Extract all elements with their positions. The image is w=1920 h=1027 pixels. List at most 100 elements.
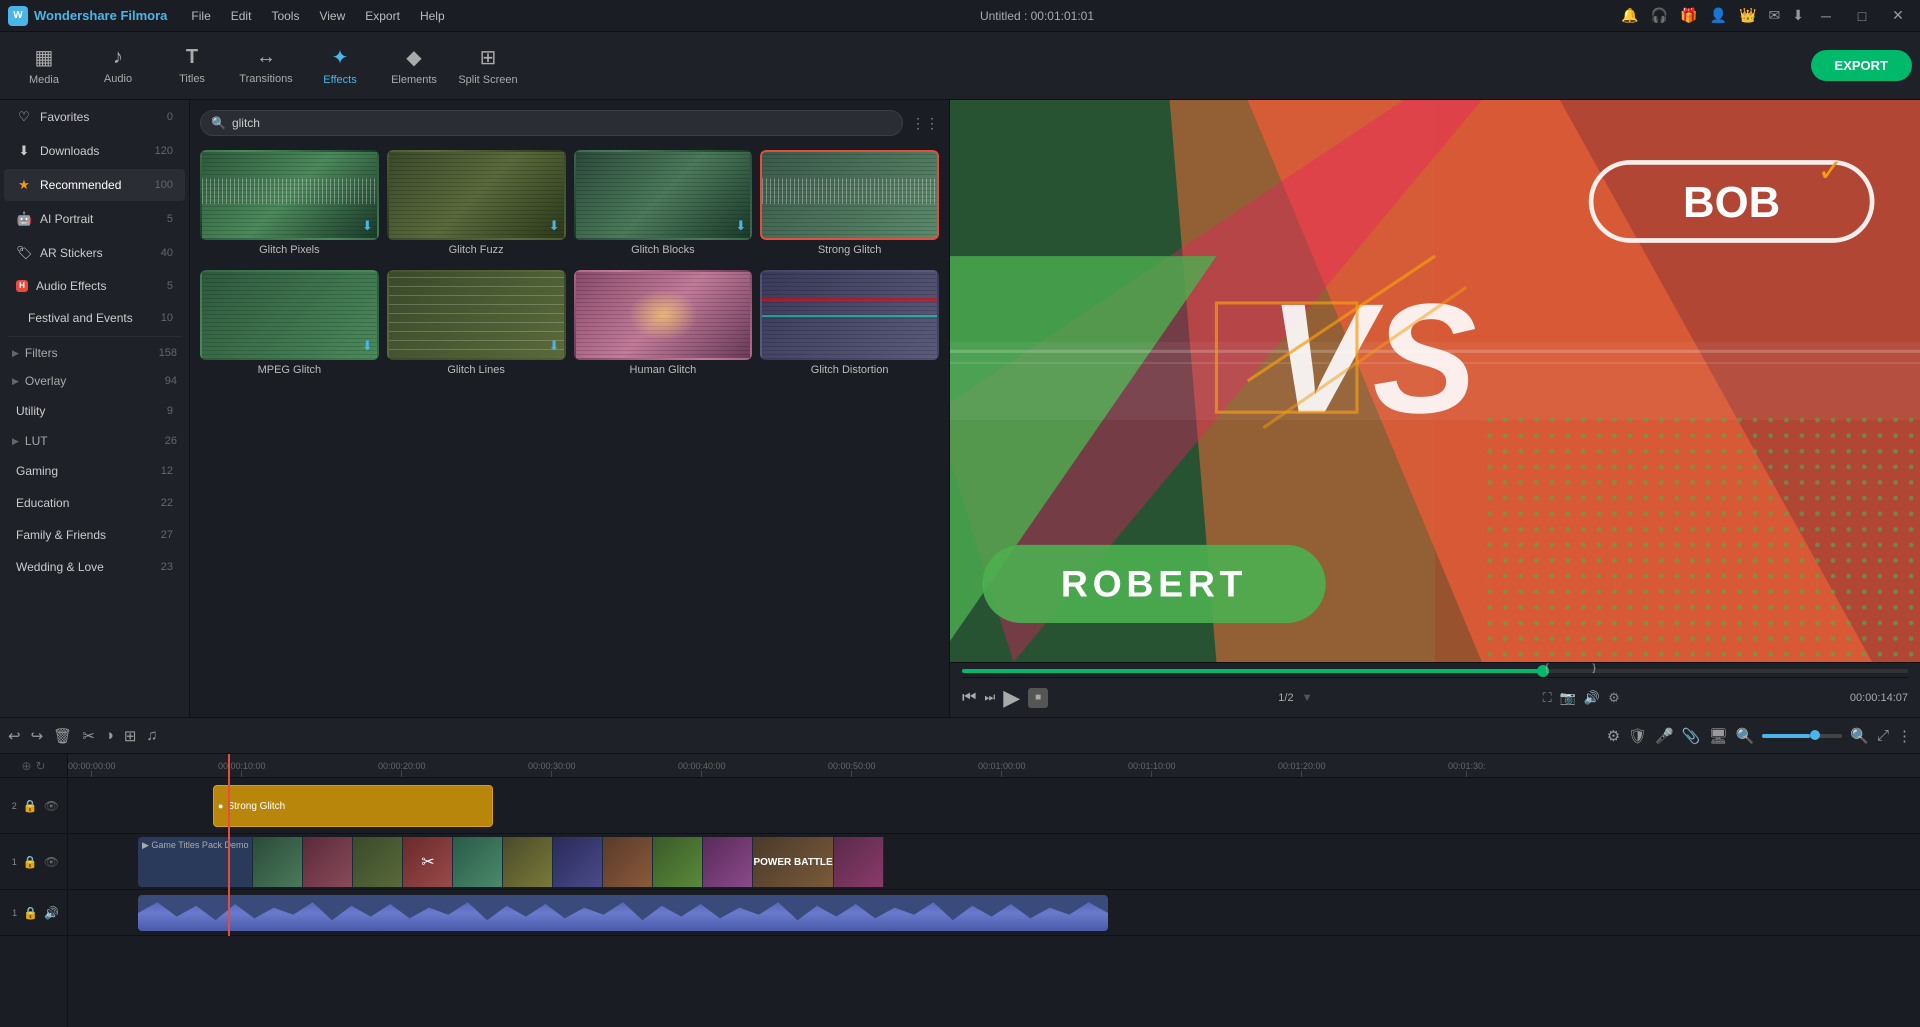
toolbar-effects[interactable]: ✦ Effects (304, 38, 376, 94)
undo-button[interactable]: ↩ (8, 727, 21, 745)
redo-button[interactable]: ↪ (31, 727, 44, 745)
toolbar-audio[interactable]: ♪ Audio (82, 38, 154, 94)
snapshot-icon[interactable]: 📷 (1560, 690, 1576, 706)
ripple-icon[interactable]: ⚙ (1607, 727, 1620, 745)
download-icon-glitch-pixels[interactable]: ⬇ (362, 218, 373, 234)
search-input[interactable] (232, 116, 892, 130)
zoom-slider[interactable] (1762, 734, 1842, 738)
menu-tools[interactable]: Tools (263, 7, 307, 25)
preview-progress-bar[interactable]: { } (962, 669, 1908, 673)
download-icon[interactable]: ⬇ (1792, 7, 1804, 24)
menu-help[interactable]: Help (412, 7, 453, 25)
zoom-out-icon[interactable]: 🔍 (1736, 727, 1755, 745)
fullscreen-icon[interactable]: ⛶ (1543, 690, 1552, 706)
eye-effect-icon[interactable]: 👁 (44, 799, 59, 813)
stop-button[interactable]: ■ (1028, 688, 1048, 708)
toolbar-splitscreen[interactable]: ⊞ Split Screen (452, 38, 524, 94)
sidebar-item-audio-effects[interactable]: H Audio Effects 5 (4, 271, 185, 301)
user-icon[interactable]: 👤 (1710, 7, 1727, 24)
menu-export[interactable]: Export (357, 7, 408, 25)
sidebar-item-lut[interactable]: ▶ LUT 26 (0, 427, 189, 455)
effect-card-mpeg-glitch[interactable]: ⬇ MPEG Glitch (200, 270, 379, 382)
menu-edit[interactable]: Edit (223, 7, 260, 25)
mic-icon[interactable]: 🎤 (1655, 727, 1674, 745)
skip-back-button[interactable]: ⏮ (962, 689, 976, 707)
audio-align-button[interactable]: ♫ (146, 727, 157, 744)
timeline-playhead[interactable] (228, 754, 230, 936)
crown-icon[interactable]: 👑 (1739, 7, 1756, 24)
gaming-count: 12 (161, 465, 173, 477)
effect-card-strong-glitch[interactable]: Strong Glitch (760, 150, 939, 262)
menu-file[interactable]: File (183, 7, 218, 25)
shield-icon[interactable]: 🛡 (1628, 727, 1647, 745)
menu-view[interactable]: View (311, 7, 353, 25)
sidebar-item-gaming[interactable]: Gaming 12 (4, 456, 185, 486)
audio-clip[interactable] (138, 895, 1108, 931)
minimize-button[interactable]: ─ (1812, 6, 1840, 26)
toolbar-media[interactable]: ▦ Media (8, 38, 80, 94)
settings-button[interactable]: ⊞ (124, 727, 137, 745)
export-button[interactable]: EXPORT (1811, 50, 1912, 81)
effect-card-glitch-distortion[interactable]: Glitch Distortion (760, 270, 939, 382)
lock-audio-icon[interactable]: 🔒 (23, 906, 38, 920)
volume-icon[interactable]: 🔊 (1584, 690, 1600, 706)
effect-card-glitch-lines[interactable]: ⬇ Glitch Lines (387, 270, 566, 382)
download-icon-glitch-blocks[interactable]: ⬇ (735, 218, 746, 234)
grid-view-icon[interactable]: ⋮⋮ (911, 115, 939, 132)
volume-audio-icon[interactable]: 🔊 (44, 906, 59, 920)
effect-card-glitch-fuzz[interactable]: ⬇ Glitch Fuzz (387, 150, 566, 262)
restore-button[interactable]: ◑ (105, 727, 114, 744)
sidebar-item-recommended[interactable]: ★ Recommended 100 (4, 169, 185, 201)
transitions-label: Transitions (239, 73, 292, 85)
fit-icon[interactable]: ⤢ (1877, 727, 1889, 744)
frame-back-button[interactable]: ⏭ (984, 690, 995, 705)
video-clip-strip[interactable]: ▶ Game Titles Pack Demo ✂ (138, 837, 1108, 887)
sidebar-item-family[interactable]: Family & Friends 27 (4, 520, 185, 550)
sidebar-item-downloads[interactable]: ⬇ Downloads 120 (4, 135, 185, 167)
sidebar-item-ai-portrait[interactable]: 🤖 AI Portrait 5 (4, 203, 185, 235)
sidebar-item-utility[interactable]: Utility 9 (4, 396, 185, 426)
sidebar-item-overlay[interactable]: ▶ Overlay 94 (0, 367, 189, 395)
lock-effect-icon[interactable]: 🔒 (23, 799, 38, 813)
timeline-content: ⊕ ↻ 2 🔒 👁 1 🔒 👁 1 🔒 🔊 (0, 754, 1920, 1027)
sidebar-item-ar-stickers[interactable]: 🏷 AR Stickers 40 (4, 237, 185, 269)
effect-card-human-glitch[interactable]: Human Glitch (574, 270, 753, 382)
lock-video-icon[interactable]: 🔒 (23, 855, 38, 869)
search-input-wrap[interactable]: 🔍 (200, 110, 903, 136)
toolbar-transitions[interactable]: ↔ Transitions (230, 38, 302, 94)
menu-bar: File Edit Tools View Export Help (183, 7, 452, 25)
sidebar-item-education[interactable]: Education 22 (4, 488, 185, 518)
preview-progress-container[interactable]: { } (962, 663, 1908, 677)
monitor-icon[interactable]: 🖥 (1709, 727, 1728, 745)
gift-icon[interactable]: 🎁 (1680, 7, 1697, 24)
download-icon-glitch-fuzz[interactable]: ⬇ (549, 218, 560, 234)
toolbar-titles[interactable]: T Titles (156, 38, 228, 94)
select-icon[interactable]: ↻ (36, 759, 46, 773)
maximize-button[interactable]: □ (1848, 6, 1876, 26)
mail-icon[interactable]: ✉ (1769, 7, 1781, 24)
sidebar-item-wedding[interactable]: Wedding & Love 23 (4, 552, 185, 582)
close-button[interactable]: ✕ (1884, 6, 1912, 26)
download-icon-mpeg-glitch[interactable]: ⬇ (362, 338, 373, 354)
clip-icon[interactable]: 📎 (1682, 727, 1701, 745)
eye-video-icon[interactable]: 👁 (44, 855, 59, 869)
settings-preview-icon[interactable]: ⚙ (1608, 690, 1620, 706)
zoom-track[interactable] (1762, 734, 1842, 738)
sidebar-item-festival[interactable]: Festival and Events 10 (4, 303, 185, 333)
headset-icon[interactable]: 🎧 (1651, 7, 1668, 24)
add-icon[interactable]: ⊕ (21, 759, 31, 773)
thumb-10 (703, 837, 753, 887)
zoom-in-icon[interactable]: 🔍 (1850, 727, 1869, 745)
play-button[interactable]: ▶ (1003, 685, 1020, 711)
effect-card-glitch-pixels[interactable]: ⬇ Glitch Pixels (200, 150, 379, 262)
sidebar-item-favorites[interactable]: ♡ Favorites 0 (4, 101, 185, 133)
notification-icon[interactable]: 🔔 (1621, 7, 1638, 24)
toolbar-elements[interactable]: ◆ Elements (378, 38, 450, 94)
more-icon[interactable]: ⋮ (1897, 727, 1912, 745)
sidebar-item-filters[interactable]: ▶ Filters 158 (0, 339, 189, 367)
strong-glitch-clip[interactable]: ● Strong Glitch (213, 785, 493, 827)
effect-card-glitch-blocks[interactable]: ⬇ Glitch Blocks (574, 150, 753, 262)
download-icon-glitch-lines[interactable]: ⬇ (549, 338, 560, 354)
delete-clip-button[interactable]: 🗑 (53, 727, 72, 745)
cut-button[interactable]: ✂ (82, 727, 95, 745)
